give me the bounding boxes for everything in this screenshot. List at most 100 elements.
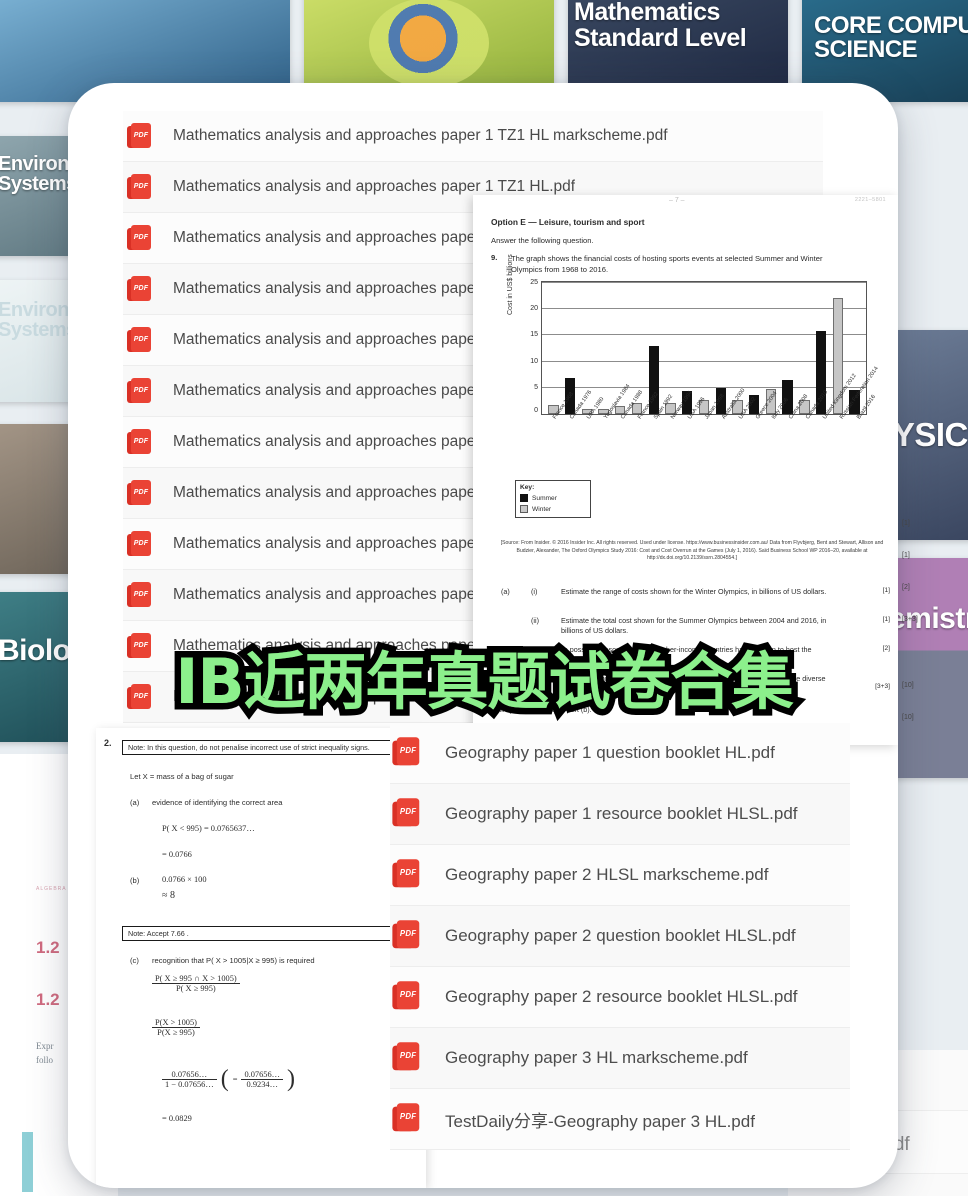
chart-x-tick: Japan 1998	[704, 393, 726, 421]
chart-bar-wrapper	[746, 282, 763, 414]
question-text: The graph shows the financial costs of h…	[511, 254, 823, 274]
chart-bar-wrapper	[779, 282, 796, 414]
chart-x-tick: USA 1980	[586, 396, 606, 421]
option-title: Option E — Leisure, tourism and sport	[491, 217, 645, 227]
chart-y-tick: 5	[534, 384, 538, 391]
part-text-c: Explain two ways in which participation …	[531, 674, 826, 694]
ms-equation-b1: 0.0766 × 100	[162, 875, 207, 884]
ms-part-text-c: recognition that P( X > 1005|X ≥ 995) is…	[152, 956, 315, 965]
ms-fraction-1: P( X ≥ 995 ∩ X > 1005) P( X ≥ 995)	[152, 974, 240, 993]
book-cover-title: CORE COMPUTER SCIENCE	[814, 12, 968, 64]
ms-frac4-denominator: 0.9234…	[241, 1079, 284, 1089]
mark-value: [1]	[902, 520, 910, 527]
either-or-note: Answer either part (a) or part (b).	[487, 705, 592, 714]
legend-swatch-winter	[520, 505, 528, 513]
ms-fraction-3-group: 0.07656… 1 − 0.07656… ( = 0.07656… 0.923…	[162, 1066, 295, 1093]
pdf-icon: PDF	[127, 276, 151, 302]
bg-page-section: 1.2	[36, 938, 60, 957]
pdf-icon: PDF	[127, 123, 151, 149]
chart-legend: Key: Summer Winter	[515, 480, 591, 518]
chart-bar-wrapper	[595, 282, 612, 414]
pdf-icon: PDF	[127, 633, 151, 659]
chart-x-tick: France 1968	[552, 391, 576, 421]
chart-x-tick: Canada 2010	[805, 389, 830, 421]
exam-paper-scan: – 7 – 2221–5801 Option E — Leisure, tour…	[473, 195, 898, 745]
part-label-c: (c)	[501, 674, 510, 683]
chart-x-tick: Spain 1992	[653, 393, 675, 421]
pdf-icon: PDF	[127, 174, 151, 200]
ms-equation-a1: P( X < 995) = 0.0765637…	[162, 824, 255, 833]
ms-equation-b2: ≈ 8	[162, 890, 175, 901]
pdf-icon: PDF	[127, 531, 151, 557]
file-list-item[interactable]: PDF Geography paper 3 HL markscheme.pdf	[390, 1028, 850, 1089]
legend-title: Key:	[520, 484, 535, 491]
geography-file-list[interactable]: PDF Geography paper 1 question booklet H…	[390, 723, 850, 1150]
chart-y-tick: 25	[530, 279, 538, 286]
main-content-card: PDF Mathematics analysis and approaches …	[68, 83, 898, 1188]
ms-frac2-numerator: P(X > 1005)	[155, 1018, 197, 1027]
pdf-icon: PDF	[127, 684, 151, 710]
ms-question-number: 2.	[104, 738, 112, 748]
part-text-b: Outline one possible reason why some hig…	[531, 645, 812, 665]
chart-x-axis-labels: France 1968 Canada 1976 USA 1980 Yugoslavia…	[541, 366, 879, 473]
chart-x-tick: United Kingdom 2012	[821, 372, 858, 421]
chart-x-tick: Canada 1976	[569, 389, 594, 421]
ms-frac4-numerator: 0.07656…	[244, 1070, 281, 1079]
page-number: – 7 –	[669, 197, 685, 204]
chart-x-tick: Brazil 2016	[855, 394, 877, 421]
legend-entry-summer: Summer	[520, 494, 586, 502]
chart-y-axis-label: Cost in US$ billions	[507, 254, 514, 315]
file-list-item[interactable]: PDF TestDaily分享-Geography paper 3 HL.pdf	[390, 1089, 850, 1150]
file-name: TestDaily分享-Geography paper 3 HL.pdf	[445, 1111, 755, 1131]
olympics-cost-bar-chart: Cost in US$ billions 25 20 15 10 5 0 Fra…	[507, 254, 880, 473]
ms-frac3-numerator: 0.07656…	[171, 1070, 208, 1079]
file-name: Mathematics analysis and approaches pape…	[173, 178, 576, 195]
paper-code: 2221–5801	[854, 197, 886, 203]
ms-fraction-2: P(X > 1005) P(X ≥ 995)	[152, 1018, 200, 1037]
ms-equals-sign: =	[232, 1075, 238, 1084]
part-label-b: (b)	[501, 645, 510, 654]
file-name: Geography paper 1 question booklet HL.pd…	[445, 743, 775, 762]
chart-x-tick: Greece 2004	[754, 390, 779, 421]
ms-note-1: Note: In this question, do not penalise …	[122, 740, 426, 755]
part-text-a-i: Estimate the range of costs shown for th…	[561, 587, 827, 596]
ms-part-label-c: (c)	[130, 956, 139, 965]
pdf-icon: PDF	[392, 919, 422, 952]
legend-swatch-summer	[520, 494, 528, 502]
ms-equation-a2: = 0.0766	[162, 850, 192, 859]
file-list-item[interactable]: PDF Geography paper 1 resource booklet H…	[390, 784, 850, 845]
chart-y-tick: 10	[530, 358, 538, 365]
exam-marks-right-strip: [1] [1] [2] [3+3] [10] [10]	[902, 508, 918, 734]
chart-x-tick: Norway 1994	[670, 389, 695, 421]
chart-x-tick: Canada 1988	[619, 389, 644, 421]
file-list-item[interactable]: PDF Geography paper 2 resource booklet H…	[390, 967, 850, 1028]
pdf-icon: PDF	[392, 736, 422, 769]
part-label-a: (a)	[501, 587, 510, 596]
mark-value: [2]	[902, 584, 910, 591]
pdf-icon: PDF	[127, 225, 151, 251]
ms-part-label-a: (a)	[130, 798, 140, 807]
chart-x-tick: Italy 2006	[771, 397, 791, 421]
chart-x-tick: France 1992	[636, 391, 660, 421]
ms-fraction-3: 0.07656… 1 − 0.07656…	[162, 1070, 217, 1089]
pdf-icon: PDF	[127, 480, 151, 506]
part-marks-b: [2]	[882, 645, 890, 652]
pdf-icon: PDF	[392, 797, 422, 830]
part-sub-label-a-i: (i)	[531, 587, 538, 596]
ms-paren-close: )	[287, 1066, 296, 1092]
chart-y-tick: 0	[534, 407, 538, 414]
chart-y-tick: 15	[530, 331, 538, 338]
file-list-item[interactable]: PDF Mathematics analysis and approaches …	[123, 111, 823, 162]
book-cover-title: Mathematics Standard Level	[574, 0, 747, 52]
file-list-item[interactable]: PDF Geography paper 2 HLSL markscheme.pd…	[390, 845, 850, 906]
markscheme-scan: 2. Note: In this question, do not penali…	[96, 728, 426, 1188]
chart-x-tick: Australia 2000	[720, 387, 747, 421]
part-marks-a-i: [1]	[882, 587, 890, 594]
file-list-item[interactable]: PDF Geography paper 2 question booklet H…	[390, 906, 850, 967]
pdf-icon: PDF	[392, 1041, 422, 1074]
file-list-item[interactable]: PDF Geography paper 1 question booklet H…	[390, 723, 850, 784]
bg-page-tab	[22, 1132, 33, 1192]
pdf-icon: PDF	[127, 327, 151, 353]
pdf-icon: PDF	[392, 980, 422, 1013]
legend-label: Summer	[532, 494, 557, 502]
